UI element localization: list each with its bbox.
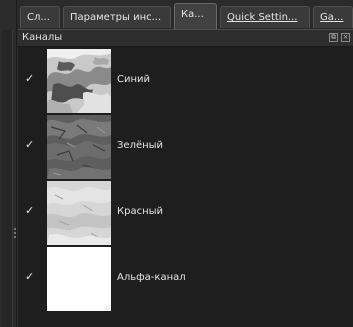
channel-label: Красный	[117, 206, 164, 217]
float-icon[interactable]: ⧉	[329, 33, 338, 42]
visibility-check-icon[interactable]: ✓	[25, 271, 37, 283]
left-dock-scroll[interactable]	[2, 30, 13, 327]
channel-label: Зелёный	[117, 140, 164, 151]
channel-label: Альфа-канал	[117, 272, 186, 283]
channels-panel: Каналы ⧉ × ✓ Синий ✓ Зелёный ✓ Красный ✓…	[18, 29, 353, 327]
tab-quick-settings[interactable]: Quick Settin...	[220, 6, 310, 28]
visibility-check-icon[interactable]: ✓	[25, 139, 37, 151]
tab-gamut[interactable]: Ga...	[313, 6, 353, 28]
close-icon[interactable]: ×	[341, 33, 350, 42]
tab-tool-options[interactable]: Параметры инс...	[63, 6, 171, 28]
channel-list: ✓ Синий ✓ Зелёный ✓ Красный ✓ Альфа-кана…	[18, 48, 353, 312]
channel-row-green[interactable]: ✓ Зелёный	[18, 114, 353, 180]
resize-grip-icon[interactable]	[14, 228, 17, 240]
tab-layers[interactable]: Сл...	[20, 6, 60, 28]
dock-tab-bar: Сл... Параметры инс... Ка... Quick Setti…	[18, 0, 353, 29]
channel-label: Синий	[117, 74, 151, 85]
channel-thumbnail-blue	[47, 49, 111, 113]
panel-header: Каналы ⧉ ×	[18, 30, 353, 47]
channel-thumbnail-green	[47, 115, 111, 179]
tab-channels[interactable]: Ка...	[174, 3, 217, 29]
channel-thumbnail-alpha	[47, 247, 111, 311]
channel-row-red[interactable]: ✓ Красный	[18, 180, 353, 246]
channel-row-alpha[interactable]: ✓ Альфа-канал	[18, 246, 353, 312]
channel-thumbnail-red	[47, 181, 111, 245]
visibility-check-icon[interactable]: ✓	[25, 73, 37, 85]
channel-row-blue[interactable]: ✓ Синий	[18, 48, 353, 114]
left-dock-strip	[0, 0, 17, 327]
visibility-check-icon[interactable]: ✓	[25, 205, 37, 217]
panel-title: Каналы	[22, 32, 63, 43]
